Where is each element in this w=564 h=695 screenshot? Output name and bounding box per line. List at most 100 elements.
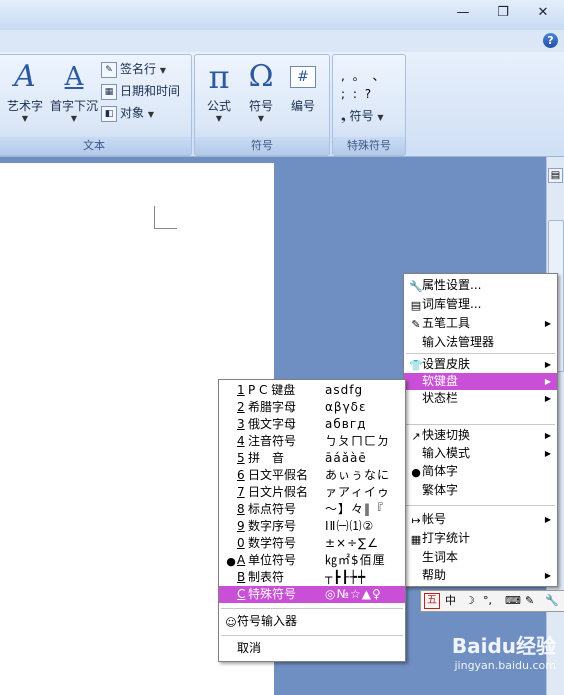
punctuation-icon[interactable]: °, <box>483 593 492 609</box>
symbol-input-tool-item[interactable]: ☺ 符号输入器 <box>219 613 405 630</box>
dropcap-label: 首字下沉 <box>49 99 98 113</box>
ime-menu-item[interactable]: 帮助 ▶ <box>404 567 557 584</box>
ime-menu-item[interactable]: ● 简体字 <box>404 463 557 480</box>
toolbox-icon[interactable]: ✎ <box>525 593 534 609</box>
ime-logo-icon[interactable]: 五 <box>424 593 440 609</box>
keyboard-menu-key: 9 <box>237 519 245 533</box>
keyboard-menu-item[interactable]: 6 日文平假名 あぃぅなに <box>219 467 405 484</box>
moon-icon[interactable]: ☽ <box>465 593 475 609</box>
wrench-icon[interactable]: 🔧 <box>545 593 559 609</box>
keyboard-menu-sample: ァアィイゥ <box>325 485 391 499</box>
keyboard-menu-label: 单位符号 <box>248 553 297 567</box>
symbol-button[interactable]: Ω 符号 ▼ <box>241 57 281 123</box>
keyboard-menu-item[interactable]: 0 数学符号 ±×÷∑∠ <box>219 535 405 552</box>
keyboard-menu-item[interactable]: 2 希腊字母 αβγδε <box>219 399 405 416</box>
ime-menu-item[interactable]: ▤ 词库管理... <box>404 296 557 313</box>
ime-menu-item-label: 简体字 <box>422 464 459 478</box>
keyboard-menu-item[interactable]: 8 标点符号 ～】々‖『 <box>219 501 405 518</box>
watermark-url: jingyan.baidu.com <box>454 659 556 672</box>
symbol-input-tool-label: 符号输入器 <box>237 614 298 628</box>
ime-menu-item-label: 繁体字 <box>422 483 459 497</box>
ime-menu-item[interactable]: ✎ 五笔工具 ▶ <box>404 315 557 332</box>
keyboard-menu-sample: ～】々‖『 <box>325 502 385 516</box>
equation-button[interactable]: π 公式 ▼ <box>199 57 239 123</box>
keyboard-menu-item[interactable]: 3 俄文字母 абвгд <box>219 416 405 433</box>
number-button[interactable]: # 编号 <box>283 57 323 114</box>
ime-menu-item-label: 打字统计 <box>422 531 471 545</box>
keyboard-menu-item[interactable]: 4 注音符号 ㄅㄆㄇㄈㄉ <box>219 433 405 450</box>
dictionary-icon: ▤ <box>410 299 422 312</box>
pen-icon: ✎ <box>411 318 421 331</box>
keyboard-menu-item[interactable]: 7 日文片假名 ァアィイゥ <box>219 484 405 501</box>
close-button[interactable]: ✕ <box>532 4 554 22</box>
special-row1[interactable]: , 。 、 <box>341 67 386 84</box>
keyboard-menu-item[interactable]: B 制表符 ┬┣┠┾┿ <box>219 569 405 586</box>
keyboard-menu-item[interactable]: ● A 单位符号 ㎏㎡$佰厘 <box>219 552 405 569</box>
keyboard-menu-item[interactable]: C 特殊符号 ◎№☆▲♀ <box>219 586 405 603</box>
ime-menu-item[interactable]: 🔧 属性设置... <box>404 277 557 294</box>
special-symbol-button[interactable]: ❟ 符号 ▼ <box>341 107 384 124</box>
ime-menu-item-label: 快速切换 <box>422 428 471 442</box>
keyboard-menu-sample: ⅠⅡ㈠⑴② <box>325 519 375 533</box>
ime-menu-item[interactable]: 输入模式 ▶ <box>404 445 557 462</box>
ime-status-bar: 五 中 ☽ °, ⌨ ✎ 🔧 <box>420 590 564 612</box>
omega-icon: Ω <box>248 59 274 94</box>
object-label: 对象 <box>120 106 145 120</box>
keyboard-menu-item[interactable]: 1P C 键盘 asdfg <box>219 382 405 399</box>
ruler-toggle-icon[interactable]: ▤ <box>548 168 563 183</box>
signature-line-button[interactable]: ✎ 签名行 ▼ <box>101 59 166 79</box>
symbol-group: π 公式 ▼ Ω 符号 ▼ # 编号 符号 <box>194 54 330 156</box>
submenu-arrow-icon: ▶ <box>544 515 551 524</box>
keyboard-menu-sample: ㎏㎡$佰厘 <box>325 553 386 567</box>
datetime-button[interactable]: ▦ 日期和时间 <box>101 81 180 101</box>
keyboard-menu-key: C <box>237 587 246 601</box>
ime-context-menu: 🔧 属性设置... ▤ 词库管理... ✎ 五笔工具 ▶ 输入法管理器 👕 设置皮肤 ▶ 软键盘 ▶ 状态… <box>403 273 558 587</box>
baidu-watermark: Baidu经验 jingyan.baidu.com <box>430 630 564 690</box>
ime-menu-item[interactable]: ↦ 帐号 ▶ <box>404 511 557 528</box>
submenu-arrow-icon: ▶ <box>544 377 551 386</box>
account-icon: ↦ <box>411 514 421 527</box>
ime-menu-item[interactable]: 👕 设置皮肤 ▶ <box>404 356 557 373</box>
keyboard-menu-item[interactable]: 9 数字序号 ⅠⅡ㈠⑴② <box>219 518 405 535</box>
ime-menu-item-label: 词库管理... <box>422 297 482 311</box>
chinese-mode-toggle[interactable]: 中 <box>445 593 456 609</box>
cancel-menu-item[interactable]: 取消 <box>219 640 405 657</box>
ribbon: A 艺术字 ▼ A 首字下沉 ▼ ✎ 签名行 ▼ ▦ 日期和时间 ◧ 对象 ▼ 文本 … <box>0 52 564 157</box>
keyboard-menu-key: 6 <box>237 468 245 482</box>
ime-menu-item[interactable]: 软键盘 ▶ <box>404 373 557 390</box>
object-button[interactable]: ◧ 对象 ▼ <box>101 103 154 123</box>
soft-keyboard-menu: 1P C 键盘 asdfg 2 希腊字母 αβγδε 3 俄文字母 абвгд 4 注音符号 ㄅㄆㄇ… <box>218 379 406 662</box>
ime-menu-item[interactable]: 生词本 <box>404 549 557 566</box>
special-row2[interactable]: ; : ? <box>341 87 373 101</box>
ime-menu-item-label: 生词本 <box>422 550 459 564</box>
keyboard-menu-item[interactable]: 5拼 音 āáǎàē <box>219 450 405 467</box>
keyboard-menu-sample: ±×÷∑∠ <box>325 536 380 550</box>
ribbon-tab-strip: ? <box>0 30 564 52</box>
wordart-button[interactable]: A 艺术字 ▼ <box>5 57 45 123</box>
ime-menu-item[interactable]: 状态栏 ▶ <box>404 390 557 407</box>
restore-button[interactable]: ❐ <box>492 4 514 22</box>
ime-menu-item[interactable]: 输入法管理器 <box>404 334 557 351</box>
text-group-label: 文本 <box>0 137 191 155</box>
keyboard-menu-sample: あぃぅなに <box>325 468 391 482</box>
number-label: 编号 <box>290 99 315 113</box>
calendar-icon: ▦ <box>101 83 117 100</box>
keyboard-menu-key: 2 <box>237 400 245 414</box>
ime-menu-item[interactable]: ▦ 打字统计 <box>404 530 557 547</box>
wrench-icon: 🔧 <box>409 280 423 293</box>
chevron-down-icon: ▼ <box>215 114 223 123</box>
symbol-label: 符号 <box>248 99 273 113</box>
keyboard-menu-key: A <box>237 553 246 567</box>
margin-corner-mark <box>154 206 177 229</box>
keyboard-menu-label: 标点符号 <box>248 502 297 516</box>
keyboard-menu-label: 拼 音 <box>248 451 285 465</box>
minimize-button[interactable]: — <box>452 4 474 22</box>
ime-menu-item[interactable]: ↗ 快速切换 ▶ <box>404 427 557 444</box>
keyboard-menu-key: 1 <box>237 383 245 397</box>
ime-menu-item-label: 设置皮肤 <box>422 357 471 371</box>
keyboard-icon[interactable]: ⌨ <box>505 593 521 609</box>
keyboard-menu-key: 5 <box>237 451 245 465</box>
ime-menu-item[interactable]: 繁体字 <box>404 482 557 499</box>
dropcap-button[interactable]: A 首字下沉 ▼ <box>49 57 99 123</box>
help-icon[interactable]: ? <box>543 33 558 48</box>
